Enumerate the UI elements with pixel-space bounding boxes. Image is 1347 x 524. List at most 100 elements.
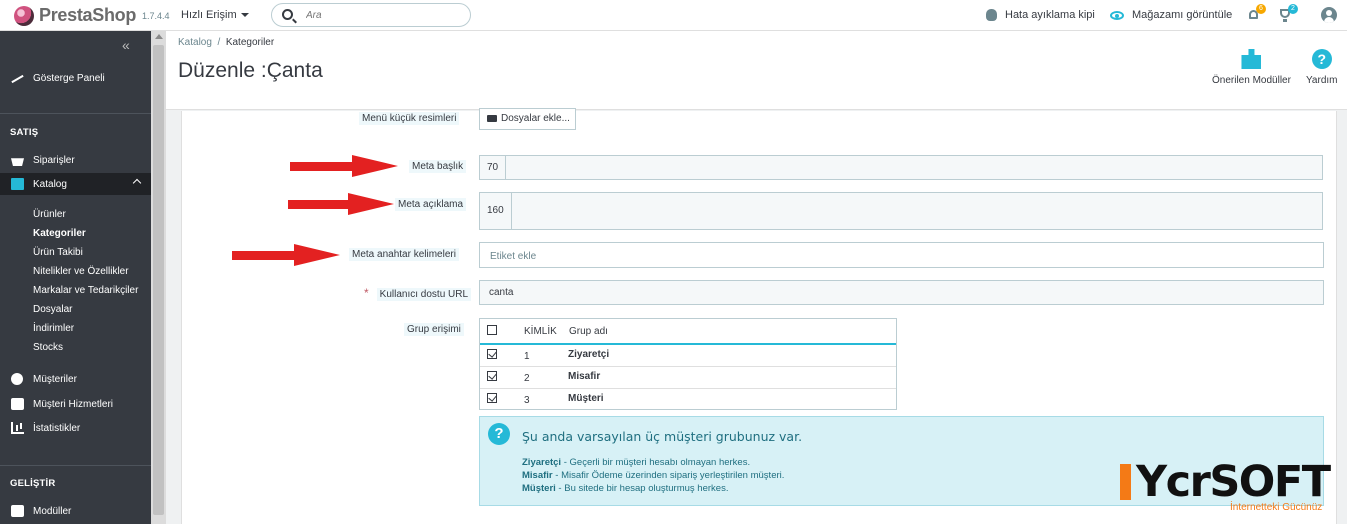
bug-icon: [986, 9, 997, 21]
info-desc: - Bu sitede bir hesap oluşturmuş herkes.: [555, 483, 729, 494]
meta-keywords-input[interactable]: Etiket ekle: [479, 242, 1324, 268]
add-files-button[interactable]: Dosyalar ekle...: [479, 108, 576, 130]
trophy-badge: 2: [1288, 4, 1298, 14]
sidebar-item-customers[interactable]: Müşteriler: [0, 368, 151, 390]
tool-label: Yardım: [1306, 75, 1338, 86]
sidebar-item-orders[interactable]: Siparişler: [0, 149, 151, 171]
sidebar-sub-products[interactable]: Ürünler: [33, 209, 66, 220]
group-checkbox[interactable]: [487, 349, 497, 359]
puzzle-icon: [11, 505, 24, 517]
info-desc: - Geçerli bir müşteri hesabı olmayan her…: [561, 457, 751, 468]
required-asterisk: *: [364, 286, 369, 300]
sidebar-item-customer-service[interactable]: Müşteri Hizmetleri: [0, 393, 151, 415]
watermark-bar: [1120, 464, 1131, 500]
page-title: Düzenle :Çanta: [178, 59, 323, 82]
red-arrow-annotation: [232, 244, 340, 266]
version-label: 1.7.4.4: [142, 11, 170, 21]
debug-mode-link[interactable]: Hata ayıklama kipi: [986, 9, 1095, 21]
folder-icon: [487, 115, 497, 122]
group-name: Müşteri: [568, 393, 604, 404]
info-term: Ziyaretçi: [522, 457, 562, 468]
notifications-button[interactable]: 6: [1247, 4, 1266, 22]
quick-access-dropdown[interactable]: Hızlı Erişim: [181, 9, 249, 21]
logo-text: PrestaShop: [39, 5, 137, 25]
sidebar-sub-files[interactable]: Dosyalar: [33, 304, 72, 315]
chat-icon: [11, 398, 24, 410]
red-arrow-annotation: [288, 193, 394, 215]
breadcrumb-separator: /: [217, 37, 221, 48]
puzzle-icon: [1241, 49, 1262, 69]
eye-icon: [1110, 10, 1124, 20]
meta-description-counter: 160: [480, 193, 512, 229]
watermark-tagline: İnternetteki Gücünüz: [1230, 502, 1323, 513]
scroll-up-arrow-icon[interactable]: [155, 34, 163, 39]
group-access-label: Grup erişimi: [404, 323, 464, 336]
group-checkbox[interactable]: [487, 371, 497, 381]
collapse-sidebar-icon[interactable]: «: [122, 37, 130, 53]
meta-description-field[interactable]: 160: [479, 192, 1323, 230]
table-header-row: KİMLİK Grup adı: [480, 319, 896, 345]
table-row: 3 Müşteri: [480, 389, 896, 411]
search-box[interactable]: [271, 3, 471, 27]
logo[interactable]: PrestaShop: [14, 5, 136, 26]
sidebar-sub-discounts[interactable]: İndirimler: [33, 323, 74, 334]
sidebar-item-label: Siparişler: [33, 154, 75, 166]
view-store-link[interactable]: Mağazamı görüntüle: [1110, 9, 1232, 21]
trend-icon: [11, 72, 24, 84]
sidebar-item-label: İstatistikler: [33, 422, 81, 434]
info-line: Misafir - Misafir Ödeme üzerinden sipari…: [522, 470, 784, 481]
user-avatar-icon[interactable]: [1321, 7, 1337, 23]
group-id: 1: [524, 351, 530, 362]
sidebar-item-label: Modüller: [33, 505, 72, 517]
achievements-button[interactable]: 2: [1278, 4, 1298, 22]
sidebar-item-dashboard[interactable]: Gösterge Paneli: [0, 67, 151, 89]
quick-access-label: Hızlı Erişim: [181, 9, 237, 21]
sidebar-item-label: Gösterge Paneli: [33, 72, 105, 84]
recommended-modules-button[interactable]: Önerilen Modüller: [1212, 49, 1291, 86]
person-icon: [11, 373, 24, 385]
scrollbar-thumb[interactable]: [153, 45, 164, 515]
divider: [0, 113, 151, 114]
sidebar-item-label: Müşteriler: [33, 373, 77, 385]
section-heading-improve: GELİŞTİR: [10, 478, 56, 489]
table-row: 1 Ziyaretçi: [480, 345, 896, 367]
group-checkbox[interactable]: [487, 393, 497, 403]
red-arrow-annotation: [290, 155, 398, 177]
divider: [0, 465, 151, 466]
group-id: 2: [524, 373, 530, 384]
search-input[interactable]: [306, 7, 456, 23]
tool-label: Önerilen Modüller: [1212, 75, 1291, 86]
info-desc: - Misafir Ödeme üzerinden sipariş yerleş…: [552, 470, 785, 481]
info-line: Müşteri - Bu sitede bir hesap oluşturmuş…: [522, 483, 728, 494]
sidebar-item-stats[interactable]: İstatistikler: [0, 417, 151, 439]
meta-title-field[interactable]: 70: [479, 155, 1323, 180]
sidebar: « Gösterge Paneli SATIŞ Siparişler Katal…: [0, 31, 151, 524]
group-name: Misafir: [568, 371, 601, 382]
sidebar-sub-categories[interactable]: Kategoriler: [33, 228, 86, 239]
sidebar-sub-attributes[interactable]: Nitelikler ve Özellikler: [33, 266, 129, 277]
sidebar-sub-brands[interactable]: Markalar ve Tedarikçiler: [33, 285, 138, 296]
sidebar-sub-stocks[interactable]: Stocks: [33, 342, 63, 353]
column-header-name: Grup adı: [569, 326, 608, 337]
top-header: PrestaShop 1.7.4.4 Hızlı Erişim Hata ayı…: [0, 0, 1347, 31]
store-icon: [11, 178, 24, 190]
notification-badge: 6: [1256, 4, 1266, 14]
bar-chart-icon: [11, 422, 24, 434]
group-access-table: KİMLİK Grup adı 1 Ziyaretçi 2 Misafir 3 …: [479, 318, 897, 410]
debug-mode-label: Hata ayıklama kipi: [1005, 9, 1095, 21]
friendly-url-input[interactable]: canta: [479, 280, 1324, 305]
select-all-checkbox[interactable]: [487, 325, 497, 335]
meta-title-counter: 70: [480, 156, 506, 179]
watermark-brand: YcrSOFT: [1136, 457, 1331, 507]
sidebar-sub-monitoring[interactable]: Ürün Takibi: [33, 247, 83, 258]
search-icon[interactable]: [282, 9, 293, 20]
help-button[interactable]: ? Yardım: [1306, 49, 1338, 86]
meta-description-label: Meta açıklama: [395, 198, 467, 211]
table-row: 2 Misafir: [480, 367, 896, 389]
breadcrumb-parent[interactable]: Katalog: [178, 37, 212, 48]
sidebar-item-label: Müşteri Hizmetleri: [33, 398, 114, 410]
sidebar-item-catalog[interactable]: Katalog: [0, 173, 151, 195]
meta-keywords-label: Meta anahtar kelimeleri: [349, 248, 459, 261]
sidebar-item-modules[interactable]: Modüller: [0, 500, 151, 522]
breadcrumb-current: Kategoriler: [225, 37, 275, 48]
